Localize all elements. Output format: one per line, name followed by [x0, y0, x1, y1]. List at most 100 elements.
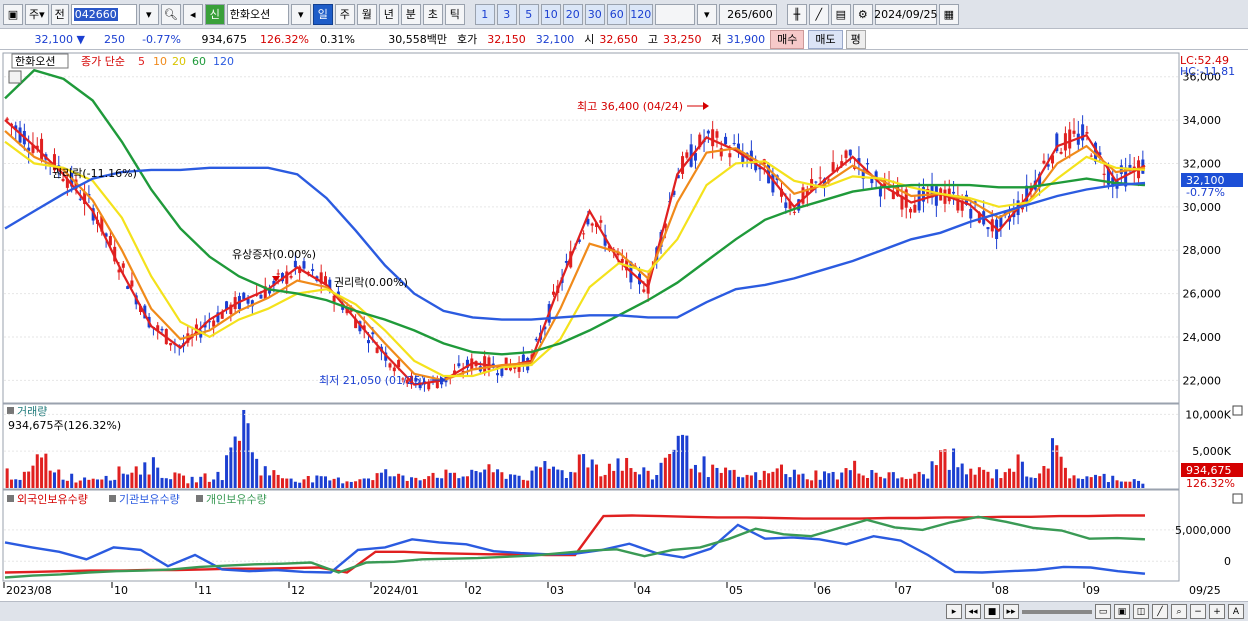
x-axis-label: 07 — [898, 584, 912, 597]
quote-bar: 32,100 ▼ 250 -0.77% 934,675 126.32% 0.31… — [0, 29, 1248, 50]
buy-button[interactable]: 매수 — [770, 29, 805, 49]
scroll-end-icon[interactable]: ▸▸ — [1003, 604, 1019, 619]
window-icon[interactable]: ▣ — [3, 3, 23, 25]
volume-close-icon[interactable] — [1232, 405, 1243, 416]
candle-body — [814, 181, 818, 183]
volume-bar — [478, 472, 482, 488]
zoom-slider[interactable] — [1022, 609, 1092, 614]
speaker-icon[interactable]: ◂ — [182, 3, 203, 25]
open-value: 32,650 — [599, 32, 638, 46]
minute-60[interactable]: 60 — [606, 3, 627, 25]
name-dropdown-icon[interactable]: ▾ — [290, 3, 311, 25]
volume-bar — [212, 479, 216, 488]
calendar-icon[interactable]: ▦ — [938, 3, 959, 25]
period-day[interactable]: 일 — [312, 3, 333, 25]
period-second[interactable]: 초 — [422, 3, 443, 25]
change-value: 250 — [104, 32, 125, 46]
draw-line-icon[interactable]: ╱ — [808, 3, 829, 25]
candle-body — [848, 149, 852, 156]
stock-code-input[interactable]: 042660 — [70, 3, 137, 25]
minute-120[interactable]: 120 — [628, 3, 653, 25]
minute-10[interactable]: 10 — [540, 3, 561, 25]
candle-icon[interactable]: ╫ — [786, 3, 807, 25]
minute-5[interactable]: 5 — [518, 3, 539, 25]
x-axis-strip — [0, 582, 1248, 601]
ma-5-label: 5 — [138, 55, 145, 68]
volume-bar — [891, 472, 895, 488]
volume-bar — [530, 470, 534, 488]
volume-bar — [367, 478, 371, 488]
compare-icon[interactable]: ▣ — [1114, 604, 1130, 619]
x-axis-label: 2023/08 — [6, 584, 52, 597]
volume-bar — [1068, 478, 1072, 488]
x-axis-label: 12 — [291, 584, 305, 597]
volume-bar — [896, 478, 900, 488]
minute-30[interactable]: 30 — [584, 3, 605, 25]
volume-bar — [835, 479, 839, 488]
ma-60-label: 60 — [192, 55, 206, 68]
period-year[interactable]: 년 — [378, 3, 399, 25]
scroll-start-icon[interactable]: ◂◂ — [965, 604, 981, 619]
date-input[interactable]: 2024/09/25 — [874, 3, 937, 25]
volume-bar — [61, 479, 65, 488]
volume-bar — [461, 476, 465, 488]
volume-bar — [1033, 477, 1037, 488]
holding-tick-label: 0 — [1224, 555, 1231, 568]
stock-chart[interactable]: 36,00034,00032,00030,00028,00026,00024,0… — [0, 50, 1248, 601]
jeon-select[interactable]: 전 — [50, 3, 69, 25]
scroll-right-icon[interactable]: ▸ — [946, 604, 962, 619]
holding-close-icon[interactable] — [1232, 493, 1243, 504]
period-minute[interactable]: 분 — [400, 3, 421, 25]
candle-body — [642, 289, 646, 292]
zoom-icon[interactable]: ⌕ — [1171, 604, 1187, 619]
volume-bar — [878, 476, 882, 488]
volume-bar — [14, 479, 18, 488]
volume-bar — [612, 470, 616, 488]
minute-3[interactable]: 3 — [496, 3, 517, 25]
save-icon[interactable]: ▤ — [830, 3, 851, 25]
flat-button[interactable]: 평 — [845, 29, 866, 49]
period-tick[interactable]: 틱 — [444, 3, 465, 25]
volume-bar — [956, 467, 960, 488]
bottom-navigation: ▸ ◂◂ ■ ▸▸ ▭ ▣ ◫ ╱ ⌕ − + A — [0, 601, 1248, 621]
volume-bar — [887, 472, 891, 488]
custom-period-input[interactable] — [654, 3, 695, 25]
minute-20[interactable]: 20 — [562, 3, 583, 25]
minute-1[interactable]: 1 — [474, 3, 495, 25]
grid-toggle-icon[interactable] — [8, 70, 22, 84]
zoom-out-icon[interactable]: − — [1190, 604, 1206, 619]
zoom-in-icon[interactable]: + — [1209, 604, 1225, 619]
custom-dropdown-icon[interactable]: ▾ — [696, 3, 717, 25]
split-icon[interactable]: ◫ — [1133, 604, 1149, 619]
volume-bar — [1111, 475, 1115, 488]
volume-bar — [22, 471, 26, 488]
volume-bar — [676, 435, 680, 488]
volume-bar — [681, 434, 685, 488]
code-dropdown-icon[interactable]: ▾ — [138, 3, 159, 25]
volume-bar — [246, 423, 250, 488]
period-week[interactable]: 주 — [334, 3, 355, 25]
volume-bar — [379, 472, 383, 488]
volume-bar — [375, 473, 379, 488]
volume-bar — [973, 474, 977, 488]
volume-bar — [160, 477, 164, 488]
gear-icon[interactable]: ⚙ — [852, 3, 873, 25]
stop-icon[interactable]: ■ — [984, 604, 1000, 619]
layout-icon[interactable]: ▭ — [1095, 604, 1111, 619]
volume-bar — [35, 454, 39, 488]
period-month[interactable]: 월 — [356, 3, 377, 25]
volume-bar — [590, 459, 594, 488]
candle-body — [1072, 130, 1076, 134]
volume-bar — [642, 467, 646, 488]
count-input[interactable]: 265/600 — [718, 3, 777, 25]
market-select[interactable]: 주 ▾ — [25, 3, 49, 25]
trend-icon[interactable]: ╱ — [1152, 604, 1168, 619]
high-value: 33,250 — [663, 32, 702, 46]
search-icon[interactable]: 🔍︎ — [160, 3, 181, 25]
sell-button[interactable]: 매도 — [808, 29, 843, 49]
volume-bar — [121, 473, 125, 488]
volume-bar — [203, 473, 207, 488]
volume-bar — [190, 476, 194, 488]
font-size-icon[interactable]: A — [1228, 604, 1244, 619]
price-tick-label: 32,000 — [1183, 157, 1222, 170]
